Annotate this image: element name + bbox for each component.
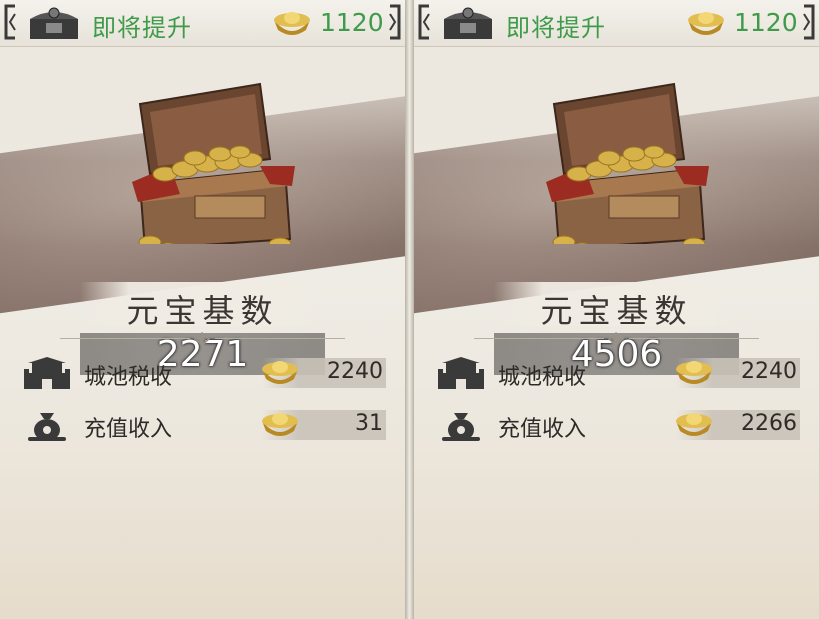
money-bag-icon <box>28 413 66 441</box>
header-title: 即将提升 <box>506 14 606 42</box>
row-label: 城池税收 <box>498 365 587 390</box>
ornament-knot-icon <box>193 332 211 346</box>
city-tax-row: 城池税收 2240 <box>0 353 405 393</box>
bracket-right-icon <box>802 4 816 40</box>
recharge-income-row: 充值收入 2266 <box>414 405 819 445</box>
header-bar: 即将提升 1120 <box>0 0 405 47</box>
header-gold-value: 1120 <box>734 8 798 37</box>
row-label: 充值收入 <box>84 417 173 442</box>
city-tax-row: 城池税收 2240 <box>414 353 819 393</box>
row-value: 2240 <box>741 359 797 384</box>
ornament-line-right <box>629 338 759 339</box>
row-value: 2240 <box>327 359 383 384</box>
gold-ingot-icon <box>262 413 298 436</box>
ornament-knot-icon <box>607 332 625 346</box>
panel-right: 元宝基数 4506 即将提升 1120 城池税收 2240 充值收入 2266 <box>414 0 819 619</box>
money-bag-icon <box>442 413 480 441</box>
scene-title: 元宝基数 <box>540 292 693 330</box>
gold-ingot-icon <box>688 12 724 35</box>
row-value: 2266 <box>741 411 797 436</box>
panel-left: 元宝基数 2271 即将提升 1120 城池税收 2240 充值收入 31 <box>0 0 405 619</box>
header-gold-value: 1120 <box>320 8 384 37</box>
ornament-line-right <box>215 338 345 339</box>
panel-divider <box>405 0 414 619</box>
treasure-scene: 元宝基数 2271 <box>0 46 405 375</box>
scene-title: 元宝基数 <box>126 292 279 330</box>
bracket-right-icon <box>388 4 402 40</box>
recharge-income-row: 充值收入 31 <box>0 405 405 445</box>
bracket-left-icon <box>3 4 17 40</box>
gold-ingot-icon <box>676 361 712 384</box>
treasure-chest-image <box>546 82 709 244</box>
gold-ingot-icon <box>274 12 310 35</box>
treasure-chest-image <box>132 82 295 244</box>
header-bar: 即将提升 1120 <box>414 0 819 47</box>
treasure-scene: 元宝基数 4506 <box>414 46 819 375</box>
city-wall-icon <box>438 357 484 389</box>
ornament-line-left <box>60 338 190 339</box>
row-value: 31 <box>355 411 383 436</box>
header-title: 即将提升 <box>92 14 192 42</box>
gold-ingot-icon <box>262 361 298 384</box>
ornament-line-left <box>474 338 604 339</box>
row-label: 城池税收 <box>84 365 173 390</box>
bracket-left-icon <box>417 4 431 40</box>
row-label: 充值收入 <box>498 417 587 442</box>
gold-ingot-icon <box>676 413 712 436</box>
treasure-chest-icon <box>444 7 492 39</box>
city-wall-icon <box>24 357 70 389</box>
treasure-chest-icon <box>30 7 78 39</box>
